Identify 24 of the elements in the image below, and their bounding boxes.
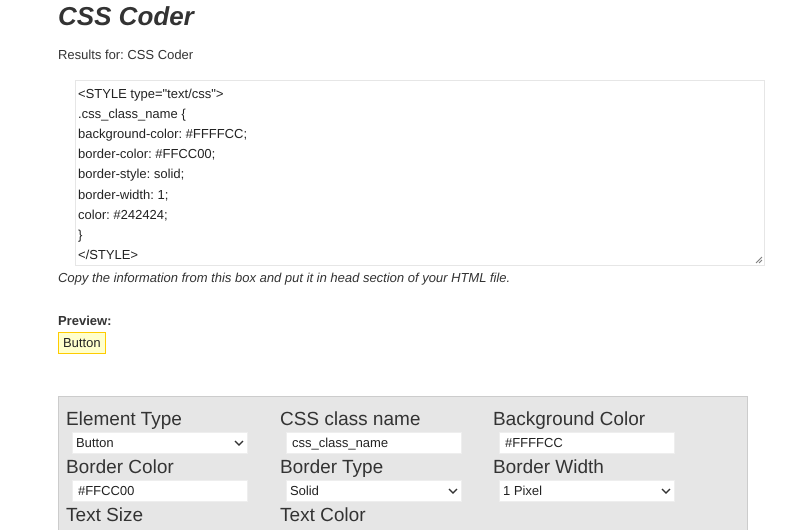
dropdown[interactable]: Button <box>72 432 248 454</box>
preview-label: Preview: <box>58 312 112 330</box>
dropdown[interactable]: 1 Pixel <box>499 480 675 502</box>
field-label: Text Color <box>280 504 367 528</box>
field-label: Border Type <box>280 456 384 480</box>
input-field[interactable]: #FFFFCC <box>499 432 675 454</box>
dropdown[interactable]: Solid <box>286 480 462 502</box>
field-label: Text Size <box>66 504 144 528</box>
chevron-down-icon <box>234 440 244 446</box>
field-label: CSS class name <box>280 408 422 432</box>
preview-button[interactable]: Button <box>58 332 106 354</box>
input-field[interactable]: #FFCC00 <box>72 480 248 502</box>
page-title: CSS Coder <box>58 0 194 31</box>
chevron-down-icon <box>661 488 671 494</box>
chevron-down-icon <box>448 488 458 494</box>
code-textarea[interactable]: <STYLE type="text/css"> .css_class_name { background-color: #FFFFCC; border-color: #FFCC00; border-style: solid; border-width: 1; color: #242424; } </STYLE> <box>75 80 765 266</box>
field-label: Element Type <box>66 408 183 432</box>
instructions-text: Copy the information from this box and put it in head section of your HTML file. <box>58 268 510 287</box>
field-label: Background Color <box>493 408 646 432</box>
field-label: Border Color <box>66 456 175 480</box>
input-field[interactable]: css_class_name <box>286 432 462 454</box>
resize-grip-icon[interactable] <box>755 256 763 264</box>
field-label: Border Width <box>493 456 605 480</box>
results-text: Results for: CSS Coder <box>58 46 194 64</box>
